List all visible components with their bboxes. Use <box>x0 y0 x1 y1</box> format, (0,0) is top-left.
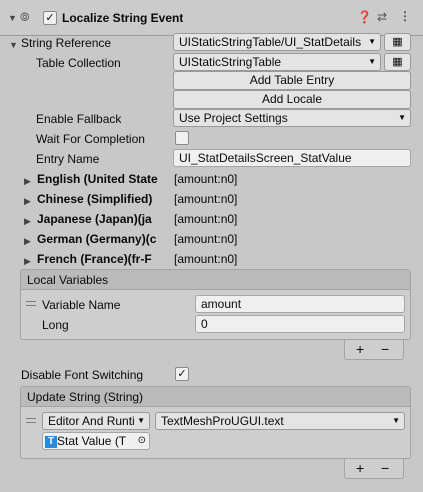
preset-icon[interactable]: ⇄ <box>377 10 387 24</box>
remove-listener-button[interactable]: − <box>381 460 389 476</box>
wait-for-completion-checkbox[interactable] <box>175 131 189 145</box>
local-variables-title: Local Variables <box>21 270 410 290</box>
drag-handle-icon[interactable] <box>26 301 36 306</box>
variable-name-field[interactable]: amount <box>195 295 405 313</box>
string-reference-label: String Reference <box>21 36 112 50</box>
locale-fold-icon[interactable]: ▶ <box>24 176 31 187</box>
table-picker-icon[interactable]: ▦ <box>384 33 411 51</box>
runtime-mode-value: Editor And Runti <box>48 414 135 428</box>
locale-name: French (France)(fr-F <box>37 252 152 266</box>
chevron-down-icon: ▼ <box>137 416 145 425</box>
add-locale-button[interactable]: Add Locale <box>173 90 411 109</box>
locale-fold-icon[interactable]: ▶ <box>24 256 31 267</box>
component-fold-arrow-icon[interactable]: ▼ <box>8 13 17 23</box>
help-icon[interactable]: ❓ <box>357 10 372 24</box>
locale-name: Chinese (Simplified) <box>37 192 153 206</box>
string-reference-value: UIStaticStringTable/UI_StatDetails <box>179 35 362 49</box>
table-collection-dropdown[interactable]: UIStaticStringTable ▼ <box>173 53 381 71</box>
add-variable-button[interactable]: + <box>356 341 364 357</box>
target-object-value: Stat Value (T <box>57 434 127 448</box>
locale-name: English (United State <box>37 172 158 186</box>
function-dropdown[interactable]: TextMeshProUGUI.text ▼ <box>155 412 405 430</box>
locale-value: [amount:n0] <box>174 252 238 266</box>
table-collection-label: Table Collection <box>36 56 121 70</box>
drag-handle-icon[interactable] <box>26 418 36 423</box>
locale-fold-icon[interactable]: ▶ <box>24 196 31 207</box>
local-variables-footer <box>344 340 404 360</box>
string-reference-fold-icon[interactable]: ▼ <box>9 40 18 50</box>
wait-for-completion-label: Wait For Completion <box>36 132 145 146</box>
remove-variable-button[interactable]: − <box>381 341 389 357</box>
variable-type-label: Long <box>42 318 69 332</box>
entry-name-label: Entry Name <box>36 152 100 166</box>
chevron-down-icon: ▼ <box>392 416 400 425</box>
function-value: TextMeshProUGUI.text <box>161 414 284 428</box>
locale-value: [amount:n0] <box>174 192 238 206</box>
locale-fold-icon[interactable]: ▶ <box>24 216 31 227</box>
component-enabled-checkbox[interactable]: ✓ <box>43 11 57 25</box>
locale-value: [amount:n0] <box>174 232 238 246</box>
enable-fallback-label: Enable Fallback <box>36 112 122 126</box>
text-component-icon: T <box>45 435 57 448</box>
update-string-footer <box>344 459 404 479</box>
table-collection-picker-icon[interactable]: ▦ <box>384 53 411 71</box>
more-icon[interactable]: ⋮ <box>399 9 411 23</box>
chevron-down-icon: ▼ <box>398 113 406 122</box>
object-picker-icon[interactable]: ⊙ <box>138 433 146 449</box>
table-collection-value: UIStaticStringTable <box>179 55 282 69</box>
entry-name-field[interactable]: UI_StatDetailsScreen_StatValue <box>173 149 411 167</box>
locale-value: [amount:n0] <box>174 172 238 186</box>
add-table-entry-button[interactable]: Add Table Entry <box>173 71 411 90</box>
update-string-title: Update String (String) <box>21 387 410 407</box>
chevron-down-icon: ▼ <box>368 37 376 46</box>
variable-value-field[interactable]: 0 <box>195 315 405 333</box>
enable-fallback-dropdown[interactable]: Use Project Settings ▼ <box>173 109 411 127</box>
add-listener-button[interactable]: + <box>356 460 364 476</box>
script-event-icon: ⦾ <box>20 10 30 24</box>
enable-fallback-value: Use Project Settings <box>179 111 288 125</box>
target-object-field[interactable]: T Stat Value (T ⊙ <box>42 432 150 450</box>
disable-font-switching-checkbox[interactable]: ✓ <box>175 367 189 381</box>
locale-fold-icon[interactable]: ▶ <box>24 236 31 247</box>
runtime-mode-dropdown[interactable]: Editor And Runti ▼ <box>42 412 150 430</box>
locale-name: Japanese (Japan)(ja <box>37 212 152 226</box>
disable-font-switching-label: Disable Font Switching <box>21 368 144 382</box>
string-reference-dropdown[interactable]: UIStaticStringTable/UI_StatDetails ▼ <box>173 33 381 51</box>
locale-name: German (Germany)(c <box>37 232 157 246</box>
locale-value: [amount:n0] <box>174 212 238 226</box>
variable-name-label: Variable Name <box>42 298 121 312</box>
chevron-down-icon: ▼ <box>368 57 376 66</box>
component-title: Localize String Event <box>62 11 184 25</box>
